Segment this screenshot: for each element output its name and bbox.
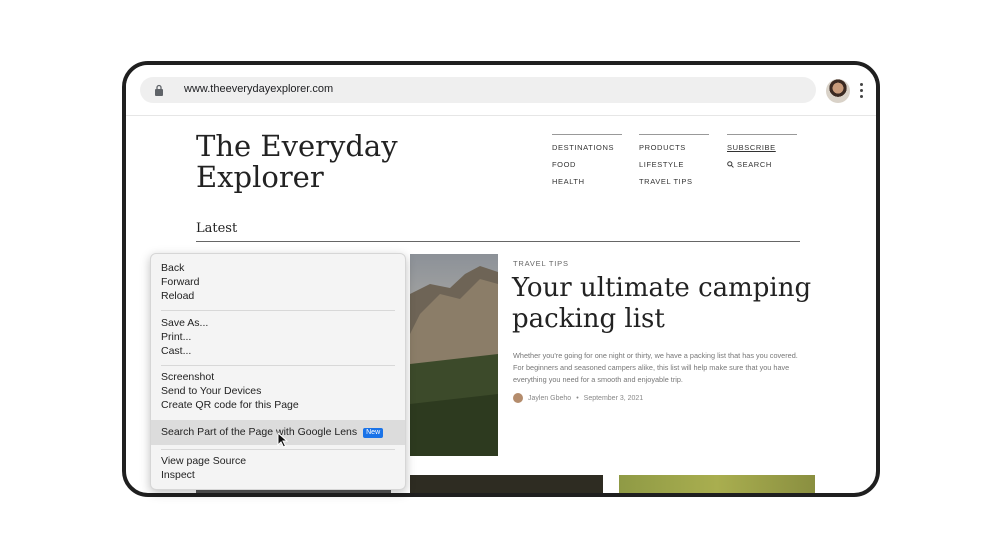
article-excerpt: Whether you're going for one night or th… bbox=[513, 351, 798, 384]
menu-item-view-source[interactable]: View page Source bbox=[151, 454, 405, 468]
nav-lifestyle[interactable]: LIFESTYLE bbox=[639, 160, 709, 169]
menu-separator bbox=[161, 365, 395, 366]
nav-column-2: PRODUCTS LIFESTYLE TRAVEL TIPS bbox=[639, 134, 709, 194]
profile-avatar[interactable] bbox=[826, 79, 850, 103]
site-title-line1: The Everyday bbox=[196, 129, 398, 163]
mountain-illustration bbox=[410, 266, 498, 456]
article-hero-image[interactable] bbox=[410, 254, 498, 456]
author-name[interactable]: Jaylen Gbeho bbox=[528, 395, 571, 402]
nav-column-1: DESTINATIONS FOOD HEALTH bbox=[552, 134, 622, 194]
menu-item-create-qr[interactable]: Create QR code for this Page bbox=[151, 398, 405, 412]
cursor-icon bbox=[277, 432, 289, 448]
nav-food[interactable]: FOOD bbox=[552, 160, 622, 169]
menu-item-forward[interactable]: Forward bbox=[151, 275, 405, 289]
address-bar[interactable]: www.theeverydayexplorer.com bbox=[140, 77, 816, 103]
section-heading: Latest bbox=[196, 221, 238, 236]
article-category[interactable]: TRAVEL TIPS bbox=[513, 259, 569, 268]
article-thumbnail[interactable] bbox=[410, 475, 603, 493]
google-lens-label: Search Part of the Page with Google Lens bbox=[161, 426, 358, 438]
menu-item-screenshot[interactable]: Screenshot bbox=[151, 370, 405, 384]
nav-search-label: SEARCH bbox=[737, 160, 772, 169]
menu-item-back[interactable]: Back bbox=[151, 261, 405, 275]
article-date: September 3, 2021 bbox=[583, 394, 644, 402]
nav-health[interactable]: HEALTH bbox=[552, 177, 622, 186]
kebab-menu-icon[interactable] bbox=[860, 83, 864, 99]
menu-item-reload[interactable]: Reload bbox=[151, 289, 405, 303]
nav-subscribe[interactable]: SUBSCRIBE bbox=[727, 143, 797, 152]
site-title-line2: Explorer bbox=[196, 160, 324, 194]
nav-search[interactable]: SEARCH bbox=[727, 160, 797, 169]
menu-separator bbox=[161, 449, 395, 450]
nav-travel-tips[interactable]: TRAVEL TIPS bbox=[639, 177, 709, 186]
menu-item-send-to-devices[interactable]: Send to Your Devices bbox=[151, 384, 405, 398]
menu-item-cast[interactable]: Cast... bbox=[151, 344, 405, 358]
site-title[interactable]: The Everyday Explorer bbox=[196, 131, 398, 193]
menu-separator bbox=[161, 310, 395, 311]
menu-item-save-as[interactable]: Save As... bbox=[151, 316, 405, 330]
url-text: www.theeverydayexplorer.com bbox=[184, 83, 334, 95]
section-divider bbox=[196, 241, 800, 242]
article-headline[interactable]: Your ultimate camping packing list bbox=[512, 273, 812, 335]
article-byline: Jaylen Gbeho • September 3, 2021 bbox=[513, 393, 643, 403]
browser-toolbar: www.theeverydayexplorer.com bbox=[126, 65, 876, 116]
byline-separator: • bbox=[576, 394, 579, 402]
menu-item-inspect[interactable]: Inspect bbox=[151, 468, 405, 482]
nav-column-3: SUBSCRIBE SEARCH bbox=[727, 134, 797, 177]
menu-item-print[interactable]: Print... bbox=[151, 330, 405, 344]
author-avatar bbox=[513, 393, 523, 403]
search-icon bbox=[727, 161, 734, 168]
lock-icon bbox=[155, 84, 163, 96]
nav-products[interactable]: PRODUCTS bbox=[639, 143, 709, 152]
article-thumbnail[interactable] bbox=[619, 475, 815, 493]
context-menu: Back Forward Reload Save As... Print... … bbox=[150, 253, 406, 490]
new-badge: New bbox=[363, 428, 384, 438]
nav-destinations[interactable]: DESTINATIONS bbox=[552, 143, 622, 152]
